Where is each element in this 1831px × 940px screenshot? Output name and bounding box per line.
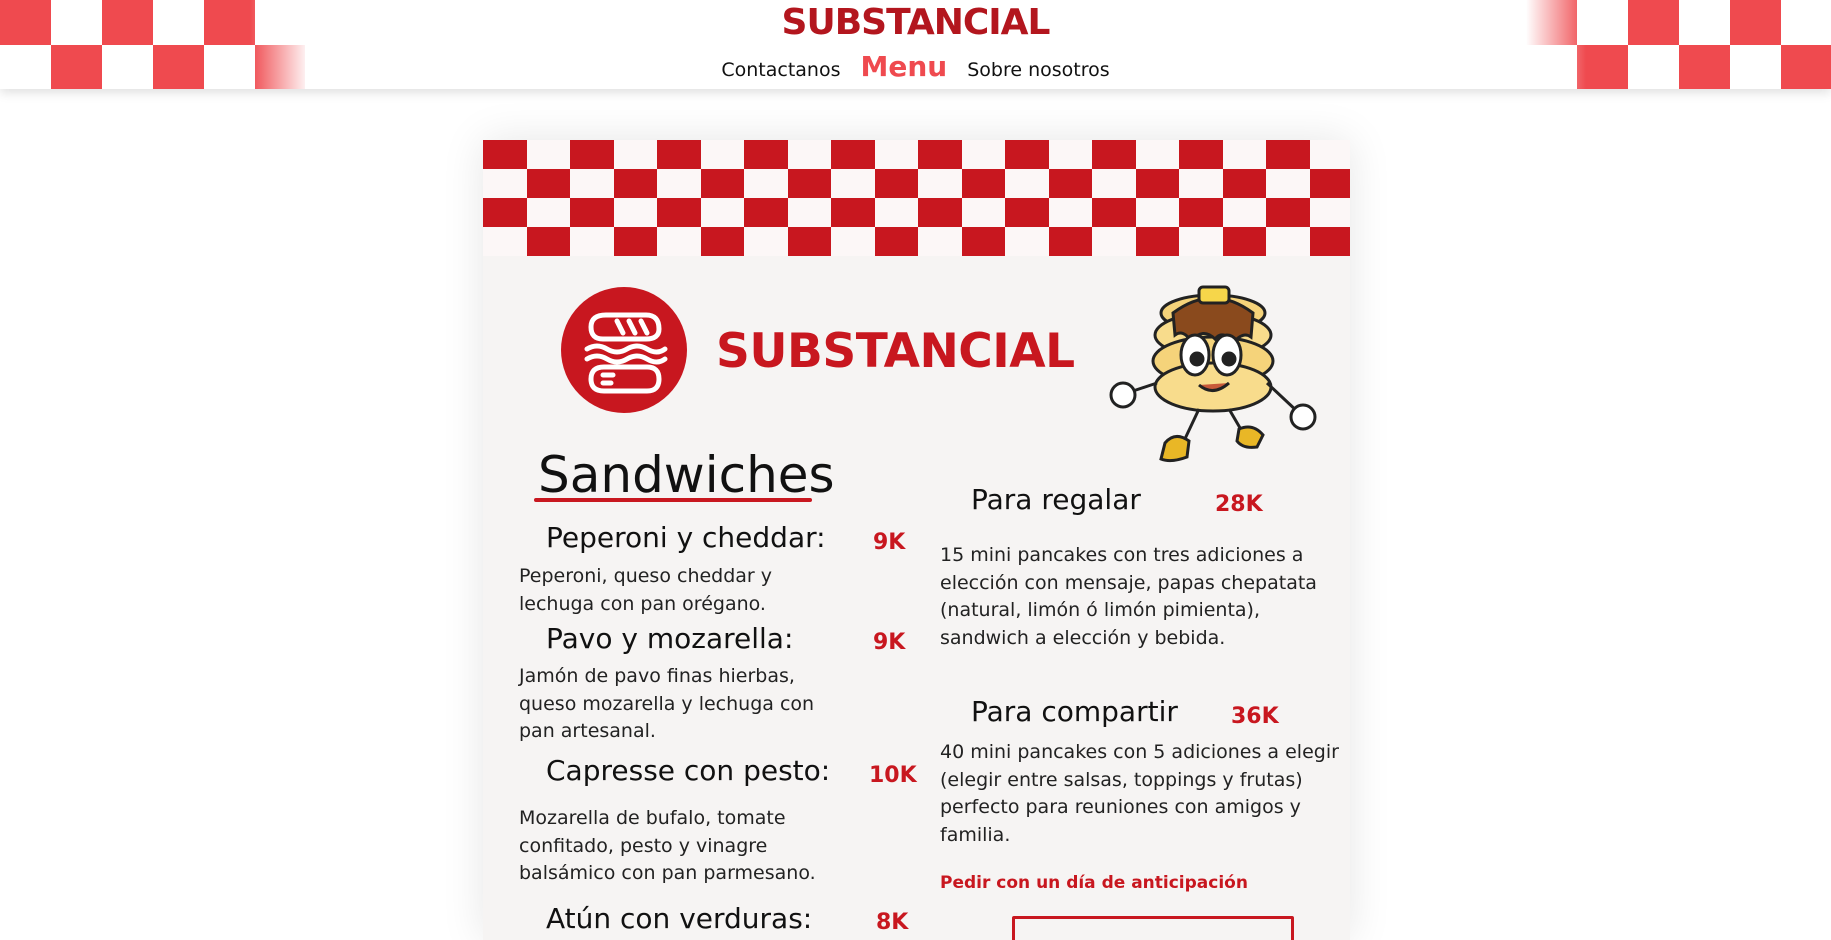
menu-item-price: 9K <box>873 530 906 555</box>
combo-name: Para compartir <box>971 695 1178 728</box>
menu-item-description: Mozarella de bufalo, tomate confitado, p… <box>519 807 816 884</box>
checker-square <box>700 169 744 198</box>
checker-square <box>1005 198 1049 227</box>
combo-price: 36K <box>1231 704 1279 729</box>
menu-item-description: Jamón de pavo finas hierbas, queso mozar… <box>519 665 815 742</box>
checker-square <box>918 198 962 227</box>
checker-square <box>613 169 657 198</box>
checker-square <box>744 140 788 169</box>
checker-square <box>526 227 570 256</box>
menu-item-name: Pavo y mozarella: <box>546 622 794 655</box>
card-brand-title: SUBSTANCIAL <box>716 324 1075 379</box>
combo-price: 28K <box>1215 492 1263 517</box>
checker-square <box>1092 140 1136 169</box>
checker-square <box>874 227 918 256</box>
checker-square <box>483 140 527 169</box>
checker-square <box>1266 140 1310 169</box>
menu-item-name: Peperoni y cheddar: <box>546 521 826 554</box>
main-nav: Contactanos Menu Sobre nosotros <box>0 50 1831 83</box>
checker-square <box>744 198 788 227</box>
menu-item-name: Capresse con pesto: <box>546 754 831 787</box>
site-brand[interactable]: SUBSTANCIAL <box>0 2 1831 43</box>
section-underline <box>534 498 812 502</box>
checker-square <box>961 227 1005 256</box>
checker-square <box>657 198 701 227</box>
menu-item-price: 9K <box>873 630 906 655</box>
checker-square <box>570 140 614 169</box>
checker-square <box>1005 140 1049 169</box>
checker-square <box>657 140 701 169</box>
checker-square <box>961 169 1005 198</box>
checker-square <box>613 227 657 256</box>
combo-name: Para regalar <box>971 483 1141 516</box>
menu-card: SUBSTANCIAL Sandwiches Peperoni y chedda… <box>483 140 1350 940</box>
checker-square <box>1222 227 1266 256</box>
checker-square <box>831 140 875 169</box>
checker-square <box>1179 140 1223 169</box>
sandwich-icon <box>561 287 687 413</box>
top-navbar: SUBSTANCIAL Contactanos Menu Sobre nosot… <box>0 0 1831 89</box>
section-title-sandwiches: Sandwiches <box>538 446 835 504</box>
menu-item-description: Peperoni, queso cheddar y lechuga con pa… <box>519 565 773 615</box>
checker-square <box>787 169 831 198</box>
card-checker-banner <box>483 140 1350 256</box>
menu-item-price: 8K <box>876 910 909 935</box>
checker-square <box>874 169 918 198</box>
order-note: Pedir con un día de anticipación <box>940 873 1248 893</box>
checker-square <box>483 198 527 227</box>
checker-square <box>700 227 744 256</box>
checker-square <box>831 198 875 227</box>
checker-square <box>918 140 962 169</box>
checker-square <box>1222 169 1266 198</box>
checker-square <box>1179 198 1223 227</box>
checker-square <box>526 169 570 198</box>
nav-link-contactanos[interactable]: Contactanos <box>721 59 840 81</box>
combo-description: 15 mini pancakes con tres adiciones a el… <box>940 544 1317 649</box>
pancake-mascot-icon <box>1103 273 1323 473</box>
order-button[interactable] <box>1012 916 1294 940</box>
checker-square <box>1048 227 1092 256</box>
checker-square <box>1266 198 1310 227</box>
checker-square <box>1135 169 1179 198</box>
checker-square <box>1048 169 1092 198</box>
nav-link-sobre-nosotros[interactable]: Sobre nosotros <box>967 59 1109 81</box>
checker-square <box>787 227 831 256</box>
checker-square <box>570 198 614 227</box>
checker-square <box>1092 198 1136 227</box>
nav-link-menu[interactable]: Menu <box>860 50 947 83</box>
combo-description: 40 mini pancakes con 5 adiciones a elegi… <box>940 741 1339 846</box>
checker-square <box>1309 169 1350 198</box>
checker-square <box>1309 227 1350 256</box>
menu-item-name: Atún con verduras: <box>546 902 813 935</box>
checker-square <box>1135 227 1179 256</box>
menu-item-price: 10K <box>869 763 917 788</box>
